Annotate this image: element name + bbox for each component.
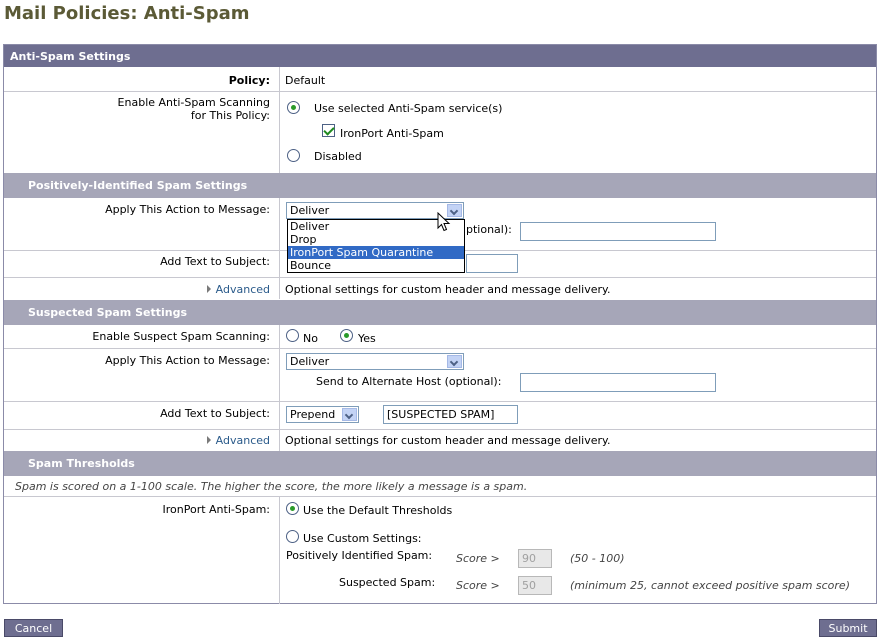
row-divider: [4, 348, 876, 349]
suspect-subject-mode-value: Prepend: [290, 408, 336, 421]
policy-label: Policy:: [228, 74, 270, 87]
suspect-no-label: No: [303, 332, 318, 345]
positive-spam-header: Positively-Identified Spam Settings: [4, 173, 876, 198]
suspect-yes-label: Yes: [358, 332, 376, 345]
suspect-subject-label: Add Text to Subject:: [160, 407, 270, 420]
column-divider: [279, 67, 280, 173]
disabled-label: Disabled: [314, 150, 362, 163]
suspect-scanning-label: Enable Suspect Spam Scanning:: [92, 330, 270, 343]
option-bounce[interactable]: Bounce: [288, 259, 464, 272]
row-divider: [4, 496, 876, 497]
suspect-advanced-desc: Optional settings for custom header and …: [285, 434, 611, 447]
positive-advanced-desc: Optional settings for custom header and …: [285, 283, 611, 296]
column-divider: [279, 496, 280, 604]
triangle-right-icon: [206, 436, 211, 444]
positive-subject-input[interactable]: [466, 254, 518, 273]
suspect-yes-radio[interactable]: [340, 329, 353, 342]
row-divider: [4, 91, 876, 92]
cancel-button[interactable]: Cancel: [4, 619, 63, 637]
suspected-threshold-label: Suspected Spam:: [339, 576, 436, 589]
custom-thresholds-label: Use Custom Settings:: [303, 532, 422, 545]
thresholds-engine-label: IronPort Anti-Spam:: [162, 503, 271, 516]
use-service-label: Use selected Anti-Spam service(s): [314, 102, 503, 115]
suspect-subject-mode-select[interactable]: Prepend: [286, 406, 359, 423]
positive-alt-host-label: ptional):: [466, 223, 512, 236]
page-title: Mail Policies: Anti-Spam: [4, 3, 250, 24]
chevron-down-icon: [342, 408, 357, 421]
column-divider: [279, 198, 280, 299]
row-divider: [4, 401, 876, 402]
option-drop[interactable]: Drop: [288, 233, 464, 246]
positive-action-value: Deliver: [290, 204, 330, 217]
custom-thresholds-radio[interactable]: [286, 530, 299, 543]
positive-score-gt: Score >: [456, 552, 500, 565]
option-spam-quarantine[interactable]: IronPort Spam Quarantine: [288, 246, 464, 259]
suspected-threshold-input[interactable]: 50: [518, 576, 552, 595]
enable-scanning-label-2: for This Policy:: [190, 109, 270, 122]
ironport-antispam-checkbox[interactable]: [322, 124, 335, 137]
suspect-action-label: Apply This Action to Message:: [105, 354, 270, 367]
default-thresholds-radio[interactable]: [286, 502, 299, 515]
row-divider: [4, 277, 876, 278]
positive-subject-label: Add Text to Subject:: [160, 255, 270, 268]
suspect-alt-host-label: Send to Alternate Host (optional):: [316, 375, 502, 388]
suspect-action-value: Deliver: [290, 355, 330, 368]
positive-advanced-toggle[interactable]: Advanced: [206, 283, 270, 296]
suspect-action-select[interactable]: Deliver: [286, 353, 464, 370]
positive-threshold-input[interactable]: 90: [518, 549, 552, 568]
default-thresholds-label: Use the Default Thresholds: [303, 504, 453, 517]
mouse-pointer-icon: [437, 212, 451, 232]
suspected-score-gt: Score >: [456, 579, 500, 592]
positive-action-label: Apply This Action to Message:: [105, 203, 270, 216]
anti-spam-settings-header: Anti-Spam Settings: [4, 45, 876, 67]
policy-value: Default: [285, 74, 326, 87]
enable-scanning-label-1: Enable Anti-Spam Scanning: [117, 96, 270, 109]
suspect-advanced-toggle[interactable]: Advanced: [206, 434, 270, 447]
disabled-radio[interactable]: [287, 149, 300, 162]
positive-alt-host-input[interactable]: [520, 222, 716, 241]
anti-spam-form: Anti-Spam Settings Policy: Default Enabl…: [3, 44, 877, 604]
use-service-radio[interactable]: [287, 101, 300, 114]
triangle-right-icon: [206, 285, 211, 293]
suspected-spam-header: Suspected Spam Settings: [4, 300, 876, 325]
suspect-alt-host-input[interactable]: [520, 373, 716, 392]
chevron-down-icon: [447, 355, 462, 368]
suspect-no-radio[interactable]: [286, 329, 299, 342]
positive-advanced-link[interactable]: Advanced: [216, 283, 270, 296]
positive-threshold-label: Positively Identified Spam:: [286, 549, 433, 562]
suspected-threshold-range: (minimum 25, cannot exceed positive spam…: [570, 579, 850, 592]
suspect-advanced-link[interactable]: Advanced: [216, 434, 270, 447]
spam-thresholds-header: Spam Thresholds: [4, 451, 876, 476]
submit-button[interactable]: Submit: [819, 619, 877, 637]
ironport-antispam-label: IronPort Anti-Spam: [340, 127, 444, 140]
row-divider: [4, 429, 876, 430]
positive-threshold-range: (50 - 100): [570, 552, 625, 565]
suspect-subject-input[interactable]: [SUSPECTED SPAM]: [383, 405, 518, 424]
thresholds-note: Spam is scored on a 1-100 scale. The hig…: [15, 480, 528, 493]
column-divider: [279, 325, 280, 451]
